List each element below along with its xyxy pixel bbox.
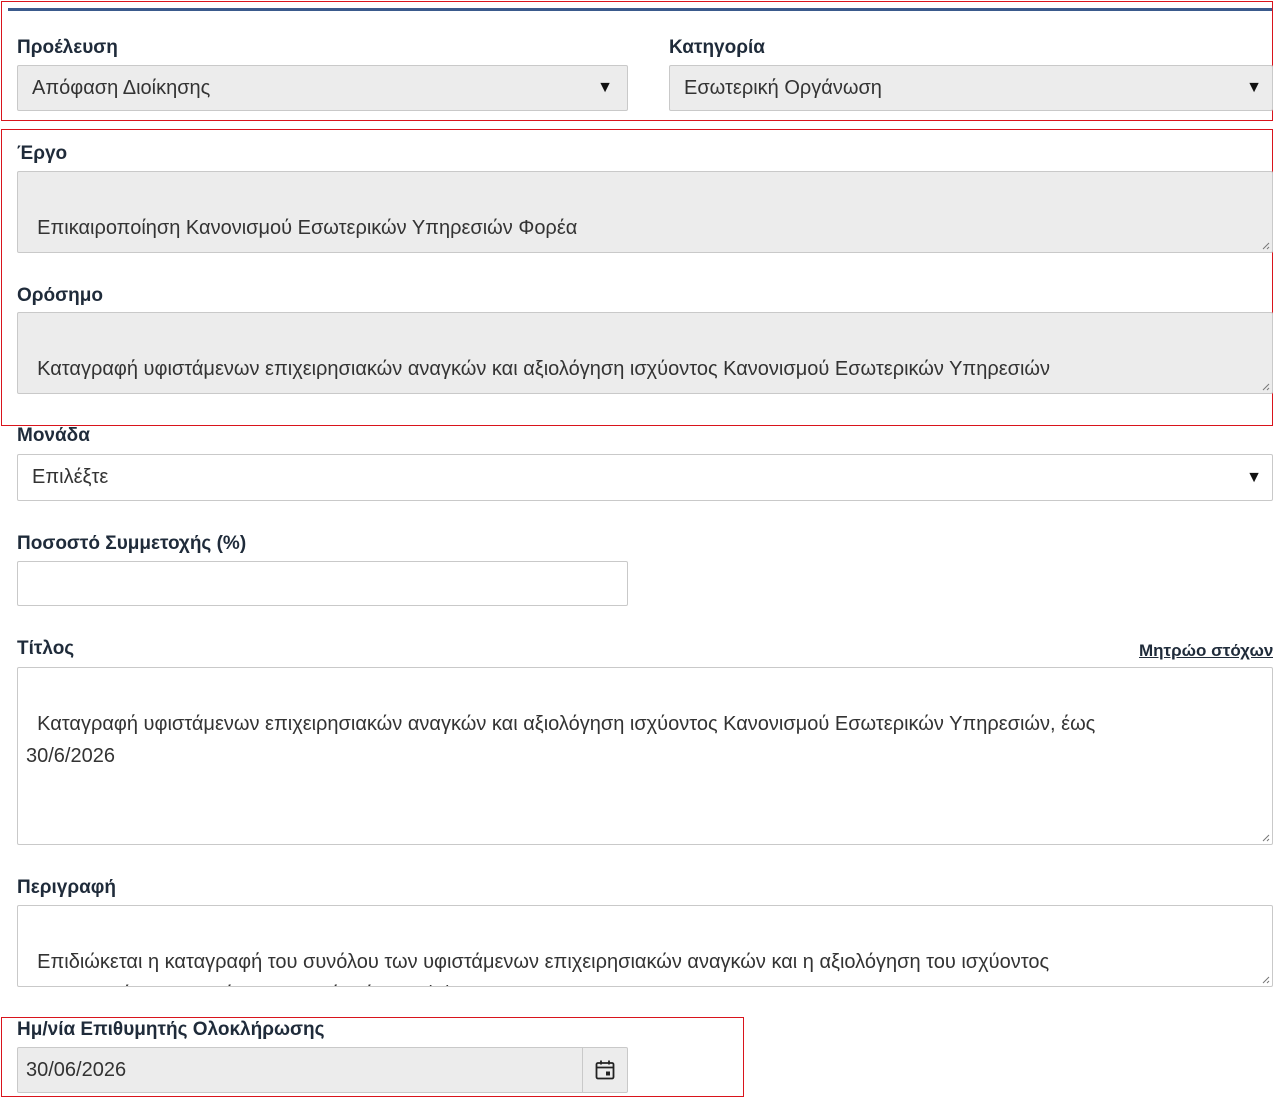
- resize-grip-icon[interactable]: [1260, 974, 1270, 984]
- goals-registry-link[interactable]: Μητρώο στόχων: [1139, 641, 1273, 661]
- milestone-text: Καταγραφή υφιστάμενων επιχειρησιακών ανα…: [37, 358, 1051, 380]
- source-label: Προέλευση: [17, 37, 118, 58]
- milestone-label: Ορόσημο: [17, 285, 103, 306]
- project-label: Έργο: [17, 143, 68, 164]
- caret-down-icon: ▼: [597, 79, 613, 96]
- description-textarea[interactable]: Επιδιώκεται η καταγραφή του συνόλου των …: [17, 905, 1273, 987]
- resize-grip-icon[interactable]: [1260, 240, 1270, 250]
- category-select[interactable]: Εσωτερική Οργάνωση ▼: [669, 65, 1273, 111]
- title-textarea[interactable]: Καταγραφή υφιστάμενων επιχειρησιακών ανα…: [17, 667, 1273, 845]
- description-text: Επιδιώκεται η καταγραφή του συνόλου των …: [26, 951, 1050, 986]
- unit-select-value: Επιλέξτε: [32, 466, 109, 488]
- target-date-value: 30/06/2026: [26, 1058, 127, 1081]
- source-select[interactable]: Απόφαση Διοίκησης ▼: [17, 65, 628, 111]
- resize-grip-icon[interactable]: [1260, 381, 1270, 391]
- calendar-icon: [595, 1060, 615, 1080]
- title-label: Τίτλος: [17, 638, 75, 659]
- calendar-button[interactable]: [583, 1047, 628, 1093]
- caret-down-icon: ▼: [1246, 79, 1262, 96]
- title-text: Καταγραφή υφιστάμενων επιχειρησιακών ανα…: [26, 713, 1096, 767]
- top-rule: [8, 8, 1273, 11]
- resize-grip-icon[interactable]: [1260, 832, 1270, 842]
- unit-select[interactable]: Επιλέξτε ▼: [17, 454, 1273, 501]
- participation-percentage-input[interactable]: [17, 561, 628, 606]
- project-text: Επικαιροποίηση Κανονισμού Εσωτερικών Υπη…: [37, 217, 578, 239]
- description-label: Περιγραφή: [17, 877, 116, 898]
- participation-percentage-label: Ποσοστό Συμμετοχής (%): [17, 533, 247, 554]
- category-label: Κατηγορία: [669, 37, 765, 58]
- category-select-value: Εσωτερική Οργάνωση: [684, 76, 882, 99]
- source-select-value: Απόφαση Διοίκησης: [32, 76, 211, 99]
- project-textarea[interactable]: Επικαιροποίηση Κανονισμού Εσωτερικών Υπη…: [17, 171, 1273, 253]
- target-date-input[interactable]: 30/06/2026: [17, 1047, 583, 1093]
- unit-label: Μονάδα: [17, 425, 90, 446]
- caret-down-icon: ▼: [1246, 468, 1262, 486]
- target-date-label: Ημ/νία Επιθυμητής Ολοκλήρωσης: [17, 1019, 325, 1040]
- milestone-textarea[interactable]: Καταγραφή υφιστάμενων επιχειρησιακών ανα…: [17, 312, 1273, 394]
